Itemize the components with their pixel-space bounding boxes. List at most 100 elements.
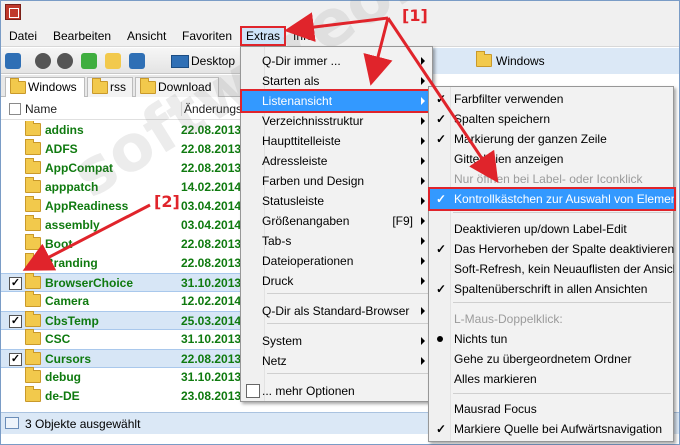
menu-item-label: Alles markieren	[454, 372, 537, 386]
address-bar[interactable]: Windows	[431, 48, 679, 74]
item-checkbox[interactable]: ✓	[9, 315, 22, 328]
menu-item-label: Gitterlinien anzeigen	[454, 152, 564, 166]
listenansicht-menu-item[interactable]: Deaktivieren up/down Label-Edit	[430, 219, 674, 239]
extras-menu-item[interactable]: Statusleiste	[242, 191, 431, 211]
menu-datei[interactable]: Datei	[9, 28, 37, 44]
folder-icon	[25, 273, 41, 289]
item-date: 23.08.2013	[181, 389, 241, 403]
menu-favoriten[interactable]: Favoriten	[182, 28, 232, 44]
forward-icon[interactable]	[57, 53, 73, 69]
list-item[interactable]: Branding 22.08.2013	[1, 253, 241, 273]
extras-menu-item[interactable]: Listenansicht	[240, 89, 433, 113]
extras-menu-item[interactable]: Farben und Design	[242, 171, 431, 191]
listenansicht-menu-item[interactable]: ✓ Das Hervorheben der Spalte deaktivieren…	[430, 239, 674, 259]
list-item[interactable]: assembly 03.04.2014	[1, 215, 241, 235]
listenansicht-menu-item[interactable]: ✓ Markierung der ganzen Zeile	[430, 129, 674, 149]
folder-icon	[25, 291, 41, 307]
item-date: 22.08.2013	[181, 161, 241, 175]
item-checkbox[interactable]: ✓	[9, 353, 22, 366]
list-item[interactable]: CSC 31.10.2013	[1, 329, 241, 349]
listenansicht-menu-item[interactable]: ✓ Spaltenüberschrift in allen Ansichten	[430, 279, 674, 299]
listenansicht-menu-item[interactable]: Alles markieren	[430, 369, 674, 389]
menu-item-label: ... mehr Optionen	[262, 384, 355, 398]
extras-menu-item[interactable]: Größenangaben [F9]	[242, 211, 431, 231]
up-icon[interactable]	[81, 53, 97, 69]
tab-download[interactable]: Download	[135, 77, 219, 97]
extras-menu-item[interactable]: Q-Dir als Standard-Browser	[242, 301, 431, 321]
chevron-down-icon[interactable]	[149, 53, 157, 69]
new-folder-icon[interactable]	[105, 53, 121, 69]
menu-item-label: Tab-s	[262, 234, 292, 248]
submenu-arrow-icon	[421, 117, 425, 125]
extras-menu-item[interactable]: Dateioperationen	[242, 251, 431, 271]
checkmark-icon: ✓	[436, 192, 447, 206]
folder-icon	[25, 329, 41, 345]
listenansicht-menu-item[interactable]: ✓ Spalten speichern	[430, 109, 674, 129]
item-name: Cursors	[45, 352, 92, 366]
listenansicht-menu-item: L-Maus-Doppelklick:	[430, 309, 674, 329]
back-icon[interactable]	[35, 53, 51, 69]
extras-menu-item[interactable]: ... mehr Optionen	[242, 381, 431, 401]
menu-item-label: Listenansicht	[262, 94, 333, 108]
extras-menu-item[interactable]: System	[242, 331, 431, 351]
extras-menu-item[interactable]: Druck	[242, 271, 431, 291]
extras-menu-item[interactable]: Haupttitelleiste	[242, 131, 431, 151]
app-icon[interactable]	[5, 4, 21, 20]
list-item[interactable]: ✓ CbsTemp 25.03.2014	[1, 311, 241, 330]
item-name: AppReadiness	[45, 199, 129, 213]
listenansicht-menu-item[interactable]: Gitterlinien anzeigen	[430, 149, 674, 169]
menu-shortcut: [F9]	[392, 214, 413, 228]
grid-view-icon[interactable]	[129, 53, 145, 69]
item-checkbox[interactable]: ✓	[9, 277, 22, 290]
menu-extras[interactable]: Extras	[240, 26, 287, 46]
list-item[interactable]: apppatch 14.02.2014	[1, 177, 241, 197]
listenansicht-menu-item[interactable]: Gehe zu übergeordnetem Ordner	[430, 349, 674, 369]
desktop-button[interactable]: Desktop	[169, 52, 235, 70]
submenu-arrow-icon	[421, 217, 425, 225]
list-item[interactable]: ✓ Cursors 22.08.2013	[1, 349, 241, 368]
list-item[interactable]: de-DE 23.08.2013	[1, 386, 241, 406]
menu-item-label: Druck	[262, 274, 294, 288]
status-text[interactable]: 3 Objekte ausgewählt	[25, 417, 140, 431]
menu-bearbeiten[interactable]: Bearbeiten	[53, 28, 111, 44]
view-icon[interactable]	[5, 53, 21, 69]
list-item[interactable]: ✓ BrowserChoice 31.10.2013	[1, 273, 241, 292]
menu-ansicht[interactable]: Ansicht	[127, 28, 166, 44]
list-item[interactable]: Boot 22.08.2013	[1, 234, 241, 254]
checkmark-icon: ✓	[436, 132, 447, 146]
list-item[interactable]: Camera 12.02.2014	[1, 291, 241, 311]
listenansicht-menu-item[interactable]: Nichts tun	[430, 329, 674, 349]
menu-info[interactable]: Info	[293, 28, 313, 44]
tab-rss[interactable]: rss	[87, 77, 133, 97]
menu-item-label: Größenangaben	[262, 214, 350, 228]
menu-separator	[267, 373, 431, 374]
tab-windows[interactable]: Windows	[5, 77, 85, 97]
list-item[interactable]: debug 31.10.2013	[1, 367, 241, 387]
column-header-date[interactable]: Änderungs	[181, 102, 242, 116]
extras-menu-item[interactable]: Q-Dir immer ...	[242, 51, 431, 71]
list-item[interactable]: AppCompat 22.08.2013	[1, 158, 241, 178]
menu-separator	[267, 293, 431, 294]
extras-menu-item[interactable]: Tab-s	[242, 231, 431, 251]
extras-menu-item[interactable]: Verzeichnisstruktur	[242, 111, 431, 131]
menu-item-label: Gehe zu übergeordnetem Ordner	[454, 352, 632, 366]
menu-item-label: Markierung der ganzen Zeile	[454, 132, 607, 146]
submenu-arrow-icon	[421, 97, 425, 105]
listenansicht-menu-item[interactable]: Soft-Refresh, kein Neuauflisten der Ansi…	[430, 259, 674, 279]
submenu-arrow-icon	[421, 237, 425, 245]
extras-menu-item[interactable]: Netz	[242, 351, 431, 371]
column-header-name[interactable]: Name	[25, 102, 57, 116]
listenansicht-menu-item[interactable]: ✓ Markiere Quelle bei Aufwärtsnavigation	[430, 419, 674, 439]
list-item[interactable]: AppReadiness 03.04.2014	[1, 196, 241, 216]
list-item[interactable]: addins 22.08.2013	[1, 121, 241, 140]
listenansicht-menu-item[interactable]: ✓ Farbfilter verwenden	[430, 89, 674, 109]
menu-item-label: Farbfilter verwenden	[454, 92, 564, 106]
listenansicht-menu-item[interactable]: Mausrad Focus	[430, 399, 674, 419]
listenansicht-menu-item[interactable]: ✓ Kontrollkästchen zur Auswahl von Elemen…	[428, 187, 676, 211]
select-all-checkbox[interactable]	[9, 103, 21, 115]
list-item[interactable]: ADFS 22.08.2013	[1, 139, 241, 159]
checkmark-icon: ✓	[436, 92, 447, 106]
item-name: apppatch	[45, 180, 99, 194]
extras-menu-item[interactable]: Adressleiste	[242, 151, 431, 171]
extras-menu-item[interactable]: Starten als	[242, 71, 431, 91]
